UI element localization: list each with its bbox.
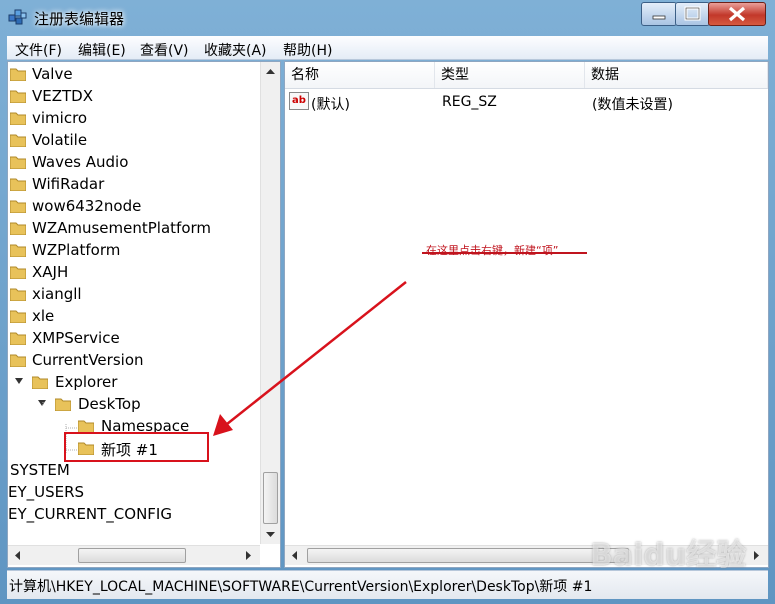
baidu-watermark: Baidu经验 (590, 538, 747, 573)
annotation-arrow (213, 281, 407, 436)
registry-editor-window: 注册表编辑器 文件(F) 编辑(E) 查看(V) 收藏夹(A) 帮助(H) Va… (0, 0, 775, 604)
